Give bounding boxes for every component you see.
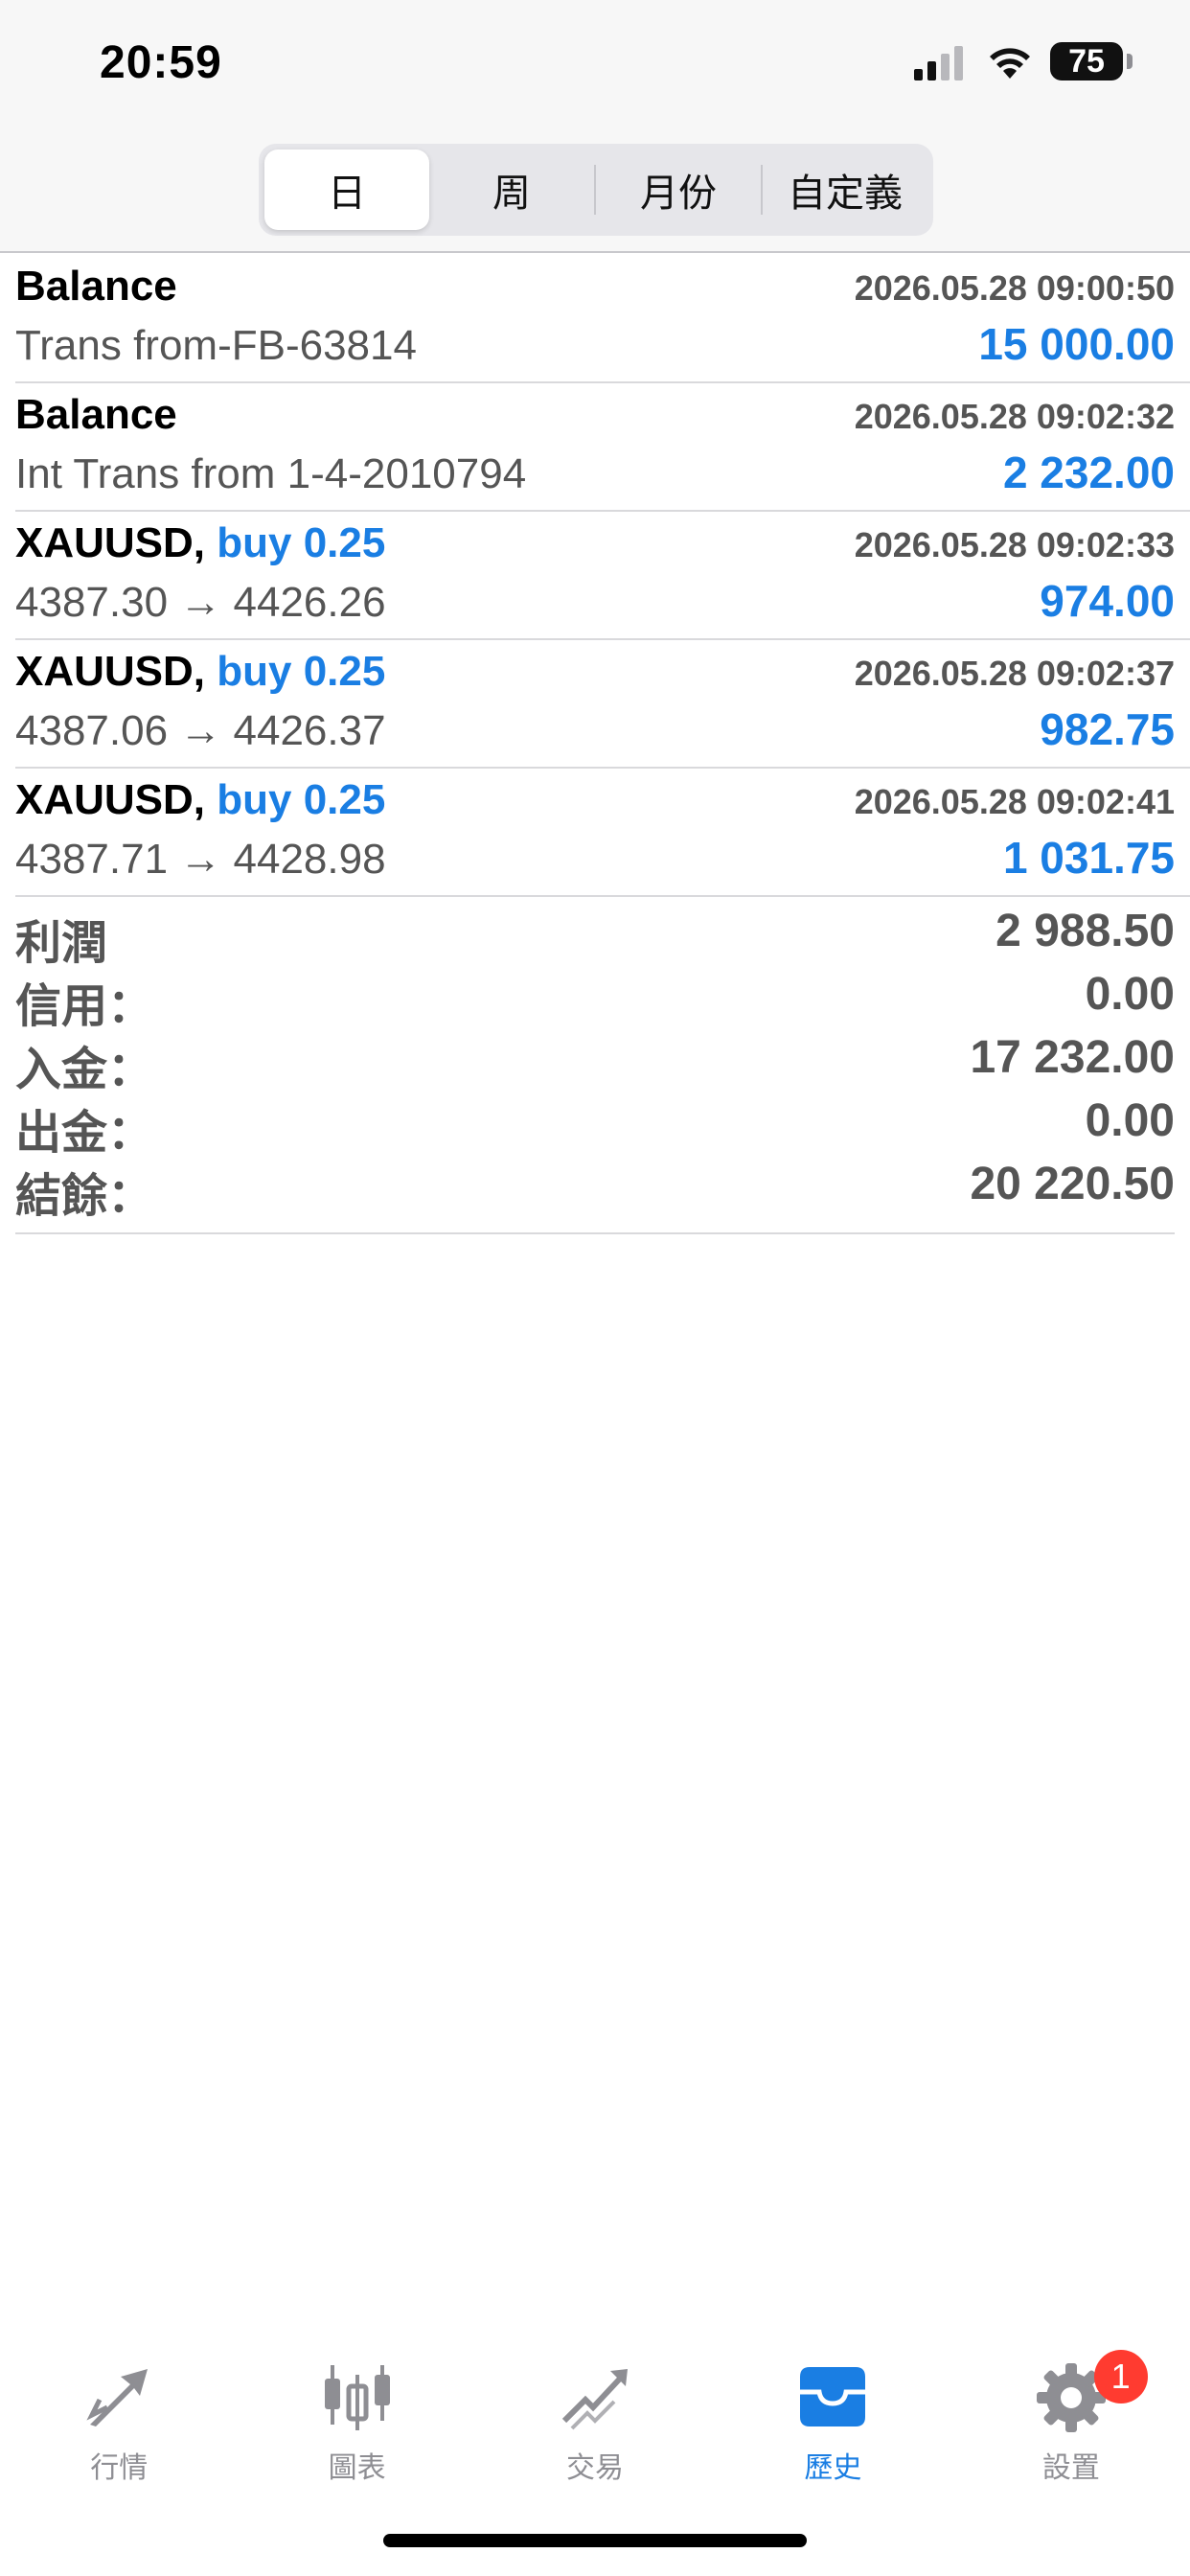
row-description: Trans from-FB-63814	[15, 322, 417, 369]
row-symbol: XAUUSD,	[15, 519, 206, 566]
battery-tip	[1127, 54, 1133, 69]
summary-value: 20 220.50	[970, 1159, 1175, 1209]
row-date: 2026.05.28 09:00:50	[854, 268, 1175, 308]
row-amount: 1 031.75	[1002, 833, 1175, 883]
summary-profit: 利潤 2 988.50	[15, 899, 1175, 969]
segment-month[interactable]: 月份	[596, 150, 761, 230]
summary-value: 2 988.50	[995, 906, 1175, 956]
row-side: buy 0.25	[217, 519, 386, 566]
status-time: 20:59	[100, 37, 222, 88]
row-title: XAUUSD, buy 0.25	[15, 519, 385, 567]
summary-withdrawal: 出金： 0.00	[15, 1089, 1175, 1159]
row-date: 2026.05.28 09:02:33	[854, 525, 1175, 564]
tab-bar: 行情 圖表 交易 歷史 設置 1	[0, 2329, 1190, 2501]
row-symbol: XAUUSD,	[15, 776, 206, 823]
tab-trade[interactable]: 交易	[476, 2329, 714, 2501]
notification-badge: 1	[1093, 2350, 1148, 2404]
row-title: XAUUSD, buy 0.25	[15, 648, 385, 696]
row-description: Int Trans from 1-4-2010794	[15, 450, 527, 497]
battery-level: 75	[1068, 42, 1105, 80]
row-symbol: Balance	[15, 263, 177, 310]
home-indicator	[383, 2534, 807, 2547]
row-side: buy 0.25	[217, 776, 386, 823]
row-amount: 974.00	[1040, 576, 1175, 626]
history-row[interactable]: XAUUSD, buy 0.25 2026.05.28 09:02:41 438…	[15, 769, 1190, 897]
row-symbol: XAUUSD,	[15, 648, 206, 695]
row-amount: 15 000.00	[978, 319, 1175, 369]
summary-value: 17 232.00	[970, 1032, 1175, 1083]
signal-icon	[914, 46, 963, 80]
row-symbol: Balance	[15, 391, 177, 438]
trade-icon	[561, 2369, 629, 2430]
segment-custom[interactable]: 自定義	[763, 150, 927, 230]
row-date: 2026.05.28 09:02:37	[854, 654, 1175, 693]
row-title: Balance	[15, 263, 177, 310]
chart-icon	[324, 2365, 390, 2430]
summary-value: 0.00	[1085, 1095, 1175, 1146]
history-row[interactable]: XAUUSD, buy 0.25 2026.05.28 09:02:33 438…	[15, 512, 1190, 640]
header: 20:59 75 日 周 月份 自定義	[0, 0, 1190, 253]
tab-quotes[interactable]: 行情	[0, 2329, 238, 2501]
summary-credit: 信用： 0.00	[15, 962, 1175, 1032]
row-description: 4387.30 → 4426.26	[15, 579, 386, 626]
row-title: XAUUSD, buy 0.25	[15, 776, 385, 824]
row-description: 4387.71 → 4428.98	[15, 836, 386, 883]
segment-week[interactable]: 周	[429, 150, 594, 230]
history-icon	[800, 2367, 866, 2426]
wifi-icon	[990, 48, 1030, 79]
history-row[interactable]: Balance 2026.05.28 09:02:32 Int Trans fr…	[15, 383, 1190, 512]
history-screen: 20:59 75 日 周 月份 自定義 Balance 2026.05.28 0…	[0, 0, 1190, 2576]
quotes-icon	[86, 2369, 149, 2426]
tab-label: 歷史	[804, 2452, 862, 2484]
summary-label: 結餘：	[15, 1171, 154, 1222]
history-list: Balance 2026.05.28 09:00:50 Trans from-F…	[0, 255, 1190, 897]
row-title: Balance	[15, 391, 177, 439]
period-segmented-control: 日 周 月份 自定義	[259, 144, 933, 236]
summary-value: 0.00	[1085, 969, 1175, 1020]
summary-deposit: 入金： 17 232.00	[15, 1025, 1175, 1095]
tab-settings[interactable]: 設置 1	[952, 2329, 1190, 2501]
tab-history[interactable]: 歷史	[714, 2329, 951, 2501]
tab-chart[interactable]: 圖表	[238, 2329, 475, 2501]
history-row[interactable]: Balance 2026.05.28 09:00:50 Trans from-F…	[15, 255, 1190, 383]
summary-balance: 結餘： 20 220.50	[15, 1152, 1175, 1222]
tab-label: 設置	[1041, 2452, 1100, 2484]
row-amount: 982.75	[1040, 704, 1175, 754]
tab-label: 交易	[566, 2452, 625, 2484]
row-amount: 2 232.00	[1002, 448, 1175, 497]
summary-block: 利潤 2 988.50 信用： 0.00 入金： 17 232.00 出金： 0…	[15, 899, 1175, 1234]
battery-icon: 75	[1050, 42, 1123, 80]
row-date: 2026.05.28 09:02:41	[854, 782, 1175, 821]
tab-label: 行情	[90, 2452, 149, 2484]
history-row[interactable]: XAUUSD, buy 0.25 2026.05.28 09:02:37 438…	[15, 640, 1190, 769]
row-description: 4387.06 → 4426.37	[15, 707, 386, 754]
segment-day[interactable]: 日	[264, 150, 429, 230]
row-side: buy 0.25	[217, 648, 386, 695]
tab-label: 圖表	[328, 2452, 386, 2484]
row-date: 2026.05.28 09:02:32	[854, 397, 1175, 436]
